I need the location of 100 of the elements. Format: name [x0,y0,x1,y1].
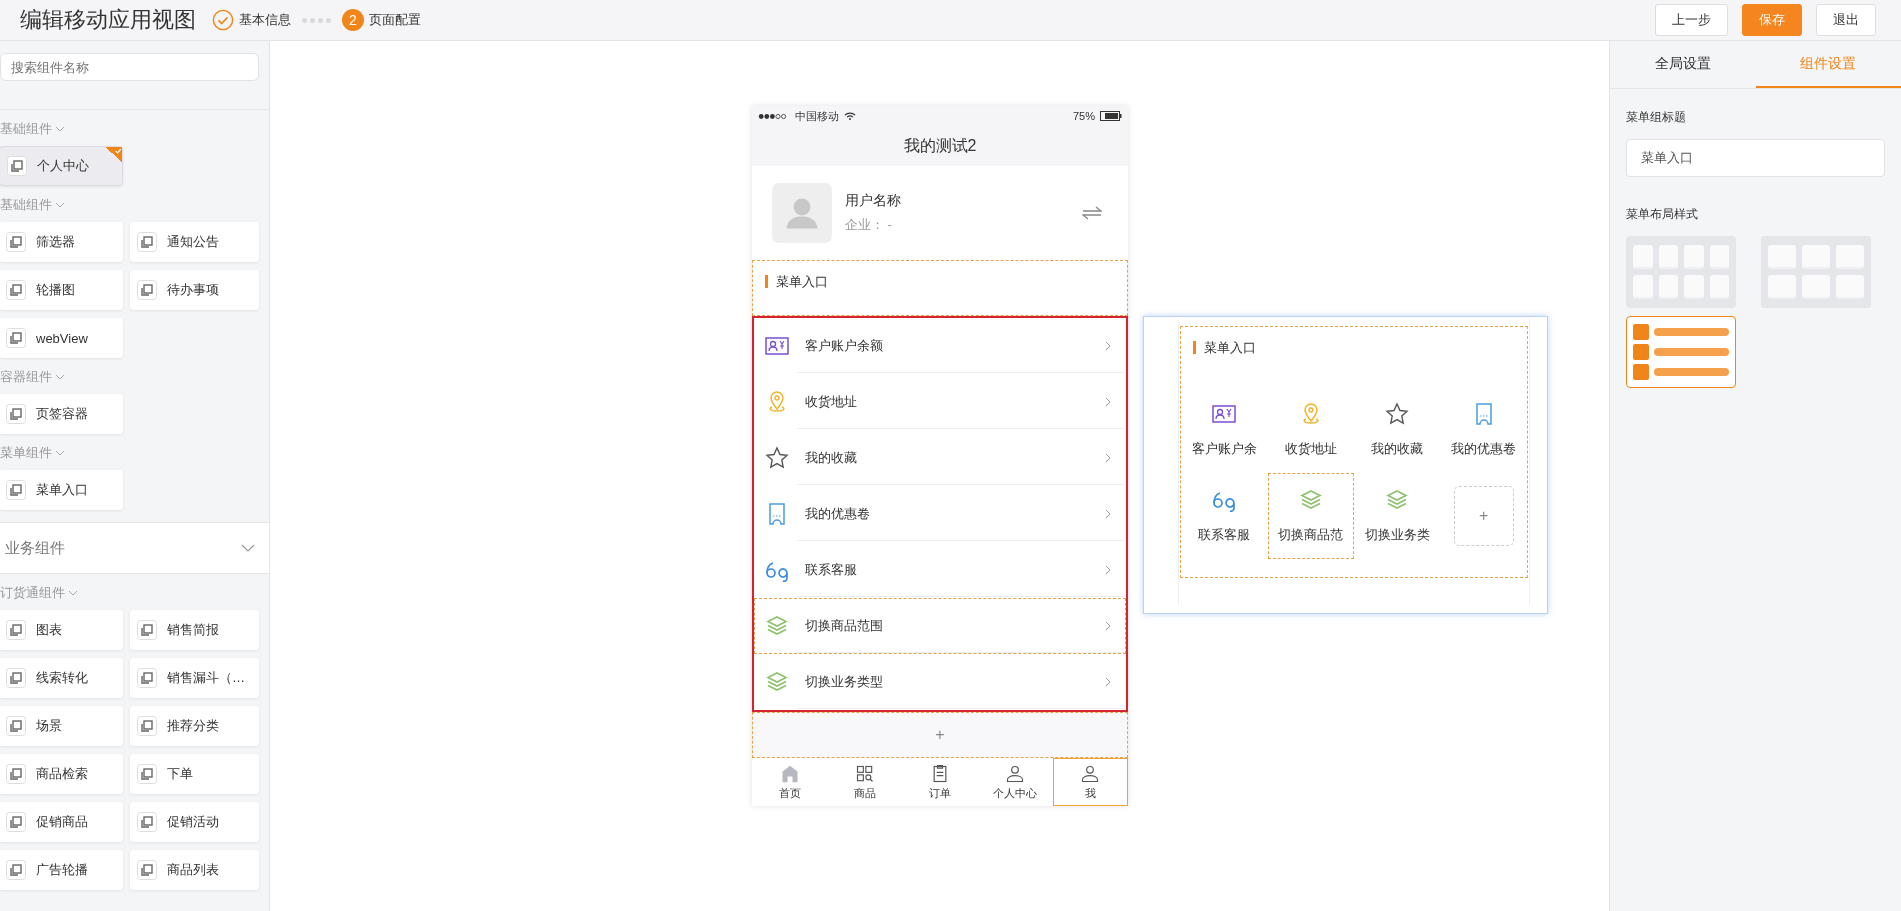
menu-title-input[interactable]: 菜单入口 [1626,139,1885,177]
component-icon [137,668,157,688]
header-button[interactable]: 上一步 [1655,4,1728,36]
component-item[interactable]: 推荐分类 [130,706,259,746]
component-icon [137,764,157,784]
menu-row[interactable]: 收货地址 [754,374,1126,430]
component-icon [6,280,26,300]
component-icon [6,232,26,252]
component-item[interactable]: 广告轮播 [0,850,123,890]
grid-search-icon [854,763,875,784]
search-field[interactable]: 搜索组件名称 [0,53,259,81]
menu-grid-item[interactable]: 联系客服 [1181,473,1268,559]
chevron-right-icon [1105,621,1111,631]
component-item[interactable]: 销售漏斗（… [130,658,259,698]
tab-bar-item[interactable]: 我 [1052,758,1128,806]
menu-grid-item[interactable]: 切换业务类 [1354,473,1441,559]
component-item[interactable]: 场景 [0,706,123,746]
layers-icon [1298,488,1323,512]
component-item[interactable]: 通知公告 [130,222,259,262]
component-item[interactable]: 页签容器 [0,394,123,434]
star-icon [765,446,789,470]
menu-title: 菜单入口 [776,273,828,291]
tab-bar-item[interactable]: 首页 [752,758,828,806]
component-item[interactable]: 销售简报 [130,610,259,650]
carrier-text: 中国移动 [795,108,839,124]
wifi-icon [844,111,856,121]
menu-grid-item[interactable]: 客户账户余 [1181,387,1268,473]
component-item[interactable]: 商品检索 [0,754,123,794]
step-connector-icon [302,17,331,23]
chevron-right-icon [1105,565,1111,575]
battery-icon [1100,111,1122,121]
component-icon [6,328,26,348]
menu-row[interactable]: 我的优惠卷 [754,486,1126,542]
component-item[interactable]: 轮播图 [0,270,123,310]
component-item[interactable]: 图表 [0,610,123,650]
component-icon [6,620,26,640]
settings-tab[interactable]: 全局设置 [1610,41,1756,88]
chevron-right-icon [1105,453,1111,463]
component-icon [137,232,157,252]
chevron-down-icon [55,374,65,380]
component-item[interactable]: 线索转化 [0,658,123,698]
menu-row[interactable]: 客户账户余额 [754,318,1126,374]
component-icon [6,764,26,784]
step-number: 2 [342,9,364,31]
menu-grid-item[interactable]: 我的优惠卷 [1440,387,1527,473]
chevron-down-icon [55,450,65,456]
chevron-right-icon [1105,677,1111,687]
component-icon [6,404,26,424]
tab-bar-item[interactable]: 订单 [902,758,978,806]
menu-row[interactable]: 切换商品范围 [754,598,1126,654]
component-icon [137,620,157,640]
component-item[interactable]: 促销商品 [0,802,123,842]
avatar-placeholder [772,183,832,243]
id-card-icon [765,334,789,358]
component-item[interactable]: 促销活动 [130,802,259,842]
component-icon [137,812,157,832]
add-item-button[interactable]: + [1453,486,1514,546]
tab-bar-item[interactable]: 商品 [827,758,903,806]
component-icon [137,716,157,736]
menu-row[interactable]: 我的收藏 [754,430,1126,486]
component-item[interactable]: 菜单入口 [0,470,123,510]
component-item[interactable]: 下单 [130,754,259,794]
screen-title: 我的测试2 [752,126,1128,166]
tab-bar-item[interactable]: 个人中心 [977,758,1053,806]
chevron-right-icon [1105,341,1111,351]
company-text: 企业： - [845,216,893,234]
user-name: 用户名称 [845,192,902,210]
component-item[interactable]: 个人中心 [0,146,123,186]
id-card-icon [1212,402,1237,426]
swap-icon[interactable] [1082,206,1102,220]
header-button[interactable]: 退出 [1816,4,1876,36]
component-icon [137,280,157,300]
field-label: 菜单组标题 [1626,109,1686,126]
list-layout-option[interactable] [1626,316,1736,388]
menu-title: 菜单入口 [1204,339,1256,357]
group-header[interactable]: 业务组件 [0,522,269,574]
component-icon [6,668,26,688]
menu-row[interactable]: 切换业务类型 [754,654,1126,710]
component-item[interactable]: 待办事项 [130,270,259,310]
component-icon [137,860,157,880]
menu-grid-item[interactable]: 收货地址 [1267,387,1354,473]
section-title: 订货通组件 [0,584,65,602]
chevron-down-icon [55,126,65,132]
menu-grid-item[interactable]: 我的收藏 [1354,387,1441,473]
step-label: 页面配置 [369,11,421,29]
field-label: 菜单布局样式 [1626,206,1698,223]
component-item[interactable]: 商品列表 [130,850,259,890]
layers-icon [765,614,789,638]
component-item[interactable]: webView [0,318,123,358]
chevron-down-icon [68,590,78,596]
layers-icon [1385,488,1410,512]
menu-row[interactable]: 联系客服 [754,542,1126,598]
star-icon [1385,402,1410,426]
chevron-down-icon [241,544,255,552]
user-icon [1005,763,1026,784]
component-item[interactable]: 筛选器 [0,222,123,262]
page-title: 编辑移动应用视图 [20,6,196,34]
chevron-right-icon [1105,397,1111,407]
menu-grid-item[interactable]: 切换商品范 [1267,473,1354,559]
section-title: 基础组件 [0,196,52,214]
